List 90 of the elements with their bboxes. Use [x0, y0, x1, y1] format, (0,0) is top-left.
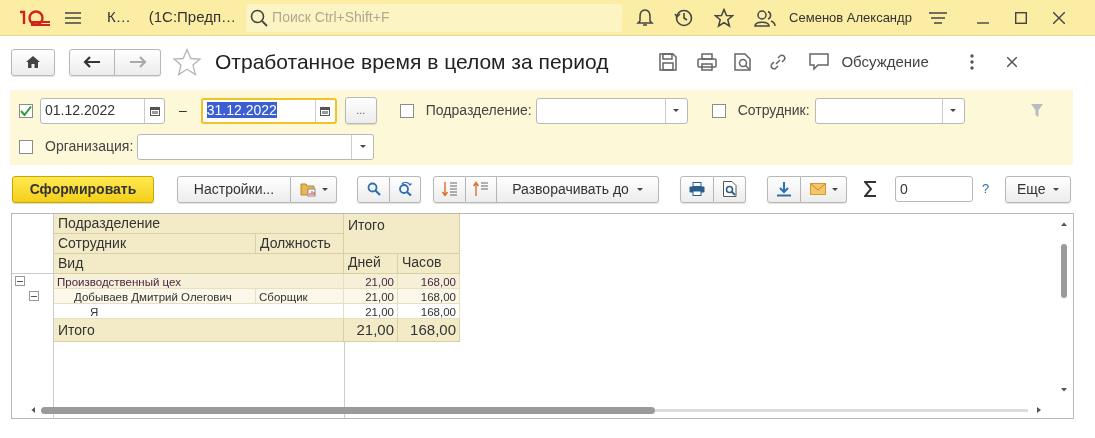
home-icon	[25, 55, 41, 69]
generate-button[interactable]: Сформировать	[12, 175, 154, 203]
print-icon[interactable]	[697, 53, 718, 71]
print-icon	[689, 182, 705, 196]
close-icon[interactable]	[1052, 11, 1065, 24]
header-cell: Вид	[54, 254, 344, 274]
table-cell: Производственный цех	[54, 274, 344, 289]
checkbox[interactable]	[399, 103, 414, 118]
folder-chart-icon	[299, 181, 316, 197]
more-icon[interactable]	[969, 54, 974, 70]
home-button[interactable]	[11, 48, 55, 76]
arrow-left-icon	[83, 56, 101, 68]
checkbox[interactable]	[19, 103, 33, 118]
search-next-icon	[397, 182, 413, 196]
variant-menu-button[interactable]	[291, 175, 337, 203]
table-cell: 168,00	[398, 289, 460, 304]
checkbox[interactable]	[19, 139, 33, 154]
search-field[interactable]: Поиск Ctrl+Shift+F	[246, 3, 623, 32]
more-button[interactable]: Еще	[1005, 175, 1072, 203]
total-cell: 21,00	[344, 319, 398, 342]
field-label: Подразделение:	[425, 101, 532, 120]
download-icon	[776, 181, 792, 197]
total-cell: Итого	[54, 319, 344, 342]
discussion-button[interactable]: Обсуждение	[809, 50, 929, 74]
header-cell: Итого	[344, 214, 460, 254]
user-name[interactable]: Семенов Александр	[789, 7, 912, 28]
vertical-scrollbar[interactable]	[1059, 222, 1069, 392]
header-cell: Сотрудник	[54, 234, 256, 254]
search-input[interactable]: Поиск Ctrl+Shift+F	[272, 7, 593, 28]
search-icon	[366, 182, 381, 196]
date-field[interactable]: 31.12.2022	[200, 97, 337, 124]
period-button[interactable]: ...	[344, 97, 377, 124]
app-logo-icon	[17, 8, 51, 27]
caret-icon	[636, 187, 643, 191]
search-button[interactable]	[357, 175, 390, 203]
checkbox[interactable]	[711, 103, 726, 118]
header-cell: Должность	[256, 234, 344, 254]
preview-icon[interactable]	[734, 53, 753, 71]
save-icon[interactable]	[659, 53, 678, 71]
field-label: Сотрудник:	[737, 101, 810, 120]
table-cell: Я	[54, 304, 344, 319]
star-icon[interactable]	[714, 7, 735, 28]
collapse-toggle[interactable]	[29, 291, 39, 301]
envelope-icon	[809, 183, 826, 195]
table-cell: 21,00	[344, 289, 398, 304]
total-cell: 168,00	[398, 319, 460, 342]
section-title[interactable]: К…	[107, 6, 131, 29]
table-cell: 21,00	[344, 274, 398, 289]
table-cell: 21,00	[344, 304, 398, 319]
download-button[interactable]	[767, 175, 801, 203]
sum-field[interactable]: 0	[895, 176, 973, 202]
history-icon[interactable]	[674, 7, 695, 28]
collapse-list-icon	[473, 181, 489, 197]
bell-icon[interactable]	[636, 7, 655, 28]
form-title: Отработанное время в целом за период	[215, 49, 609, 76]
collapse-toggle[interactable]	[15, 276, 25, 286]
caret-icon	[321, 187, 328, 191]
sum-icon	[864, 181, 877, 197]
preview-icon	[722, 181, 737, 197]
table-cell: 168,00	[398, 274, 460, 289]
table-cell: Добываев Дмитрий Олегович	[54, 289, 256, 304]
close-icon[interactable]	[1006, 57, 1017, 67]
header-cell: Подразделение	[54, 214, 344, 234]
print-button[interactable]	[680, 175, 714, 203]
caret-icon	[1053, 187, 1060, 191]
help-link[interactable]: ?	[982, 179, 990, 199]
chat-icon	[809, 53, 832, 71]
arrow-right-icon	[128, 56, 147, 68]
menu-icon[interactable]	[65, 10, 81, 25]
field-label: Организация:	[45, 137, 134, 156]
table-cell: Сборщик	[256, 289, 344, 304]
back-button[interactable]	[69, 48, 115, 76]
header-cell: Часов	[398, 254, 460, 274]
panel-menu-icon[interactable]	[928, 10, 947, 25]
settings-button[interactable]: Настройки...	[177, 175, 291, 203]
expand-list-icon	[441, 181, 458, 197]
window-title: (1С:Предп…	[148, 7, 237, 28]
star-icon[interactable]	[172, 48, 202, 76]
caret-icon	[831, 187, 838, 191]
link-icon[interactable]	[768, 52, 789, 72]
dash-separator: –	[179, 101, 187, 120]
users-icon[interactable]	[754, 8, 777, 27]
table-cell: 168,00	[398, 304, 460, 319]
maximize-icon[interactable]	[1014, 11, 1027, 24]
header-cell: Дней	[344, 254, 398, 274]
date-field[interactable]: 01.12.2022	[40, 97, 165, 124]
preview-button[interactable]	[714, 175, 746, 203]
search-icon	[250, 8, 269, 27]
search-next-button[interactable]	[390, 175, 421, 203]
expand-to-button[interactable]: Разворачивать до	[497, 175, 659, 203]
